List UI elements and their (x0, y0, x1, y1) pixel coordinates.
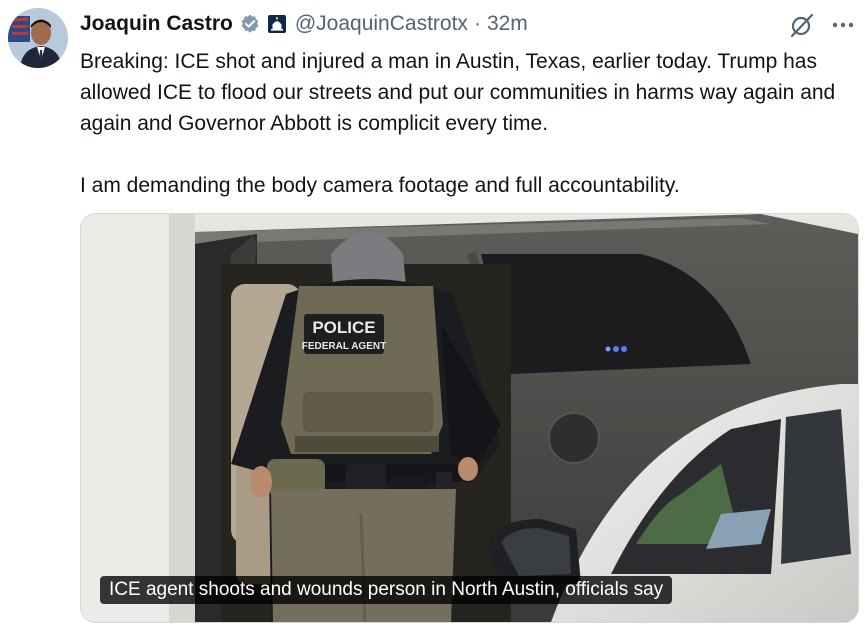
author-handle[interactable]: @JoaquinCastrotx (295, 12, 468, 36)
vest-patch-text: POLICE (312, 318, 375, 337)
avatar-image (8, 8, 68, 68)
tweet-timestamp[interactable]: 32m (487, 12, 528, 36)
government-building-badge-icon[interactable] (267, 14, 287, 34)
tweet-paragraph: Breaking: ICE shot and injured a man in … (80, 50, 836, 135)
author-avatar[interactable] (8, 8, 68, 68)
vest-patch-subtext: FEDERAL AGENT (302, 341, 386, 352)
tweet-media-image[interactable]: POLICE FEDERAL AGENT ICE agent shoots an… (80, 213, 859, 623)
tweet-paragraph: I am demanding the body camera footage a… (80, 174, 680, 197)
tweet-text: Breaking: ICE shot and injured a man in … (80, 46, 855, 201)
more-horizontal-icon[interactable] (828, 10, 858, 40)
separator-dot: · (473, 12, 481, 35)
photo-scene: POLICE FEDERAL AGENT (81, 214, 858, 622)
tweet-header: Joaquin Castro @JoaquinCastrotx · 32m (80, 9, 528, 39)
verified-badge-icon[interactable] (239, 13, 261, 35)
media-caption: ICE agent shoots and wounds person in No… (100, 576, 673, 604)
author-name[interactable]: Joaquin Castro (80, 12, 233, 36)
grok-icon[interactable] (787, 10, 817, 40)
